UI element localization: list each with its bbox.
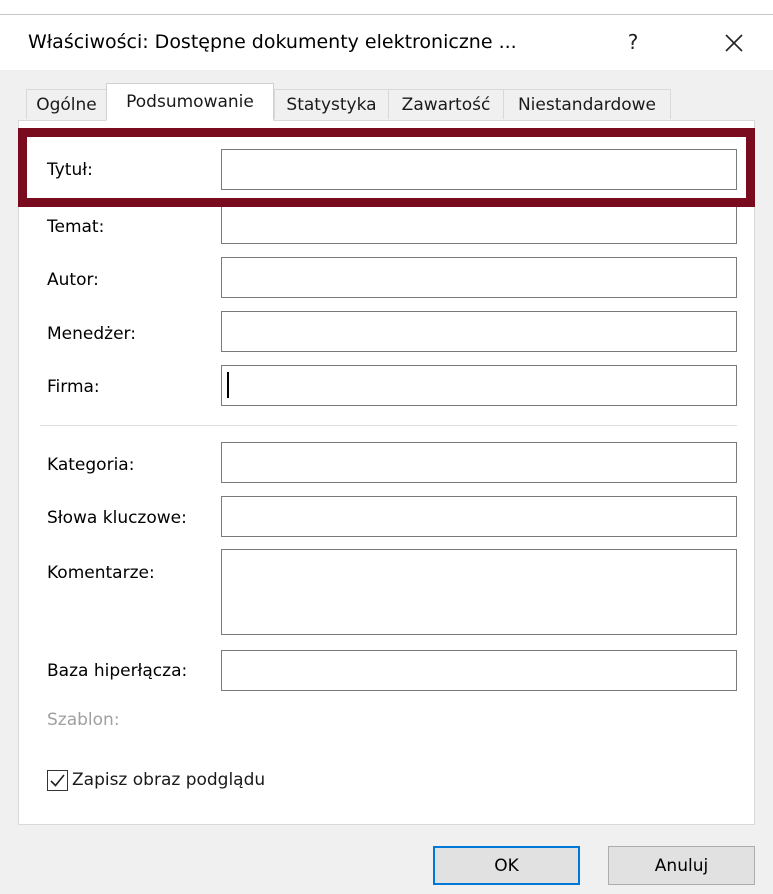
hyperlink-base-input[interactable]	[221, 650, 737, 691]
title-input[interactable]	[221, 149, 737, 190]
keywords-input[interactable]	[221, 496, 737, 537]
save-preview-checkbox[interactable]	[47, 770, 68, 791]
help-button[interactable]: ?	[618, 27, 648, 57]
text-caret	[227, 372, 229, 398]
dialog-title: Właściwości: Dostępne dokumenty elektron…	[28, 31, 517, 53]
author-label: Autor:	[47, 270, 99, 290]
ok-button[interactable]: OK	[433, 846, 580, 885]
company-input[interactable]	[221, 365, 737, 406]
company-label: Firma:	[47, 377, 100, 397]
tab-contents[interactable]: Zawartość	[388, 89, 504, 119]
comments-label: Komentarze:	[47, 563, 155, 583]
keywords-label: Słowa kluczowe:	[47, 508, 187, 528]
category-label: Kategoria:	[47, 455, 135, 475]
hyperlink-base-label: Baza hiperłącza:	[47, 661, 188, 681]
close-button[interactable]	[718, 27, 750, 59]
title-bar: Właściwości: Dostępne dokumenty elektron…	[0, 15, 773, 70]
tab-general[interactable]: Ogólne	[26, 89, 107, 119]
title-label: Tytuł:	[47, 160, 93, 180]
save-preview-label[interactable]: Zapisz obraz podglądu	[72, 770, 265, 790]
cancel-button[interactable]: Anuluj	[608, 846, 755, 885]
template-label: Szablon:	[47, 710, 120, 730]
tab-custom[interactable]: Niestandardowe	[503, 89, 671, 119]
tab-strip: Ogólne Podsumowanie Statystyka Zawartość…	[0, 70, 773, 122]
comments-textarea[interactable]	[221, 549, 737, 635]
properties-dialog: Właściwości: Dostępne dokumenty elektron…	[0, 0, 773, 894]
checkmark-icon	[50, 774, 65, 787]
manager-input[interactable]	[221, 311, 737, 352]
tab-summary[interactable]: Podsumowanie	[106, 83, 274, 121]
subject-input[interactable]	[221, 203, 737, 244]
category-input[interactable]	[221, 442, 737, 483]
manager-label: Menedżer:	[47, 324, 136, 344]
subject-label: Temat:	[47, 217, 105, 237]
background-window-strip	[0, 0, 773, 15]
section-divider	[40, 425, 737, 426]
tab-statistics[interactable]: Statystyka	[274, 89, 389, 119]
author-input[interactable]	[221, 257, 737, 298]
close-icon	[725, 34, 743, 52]
